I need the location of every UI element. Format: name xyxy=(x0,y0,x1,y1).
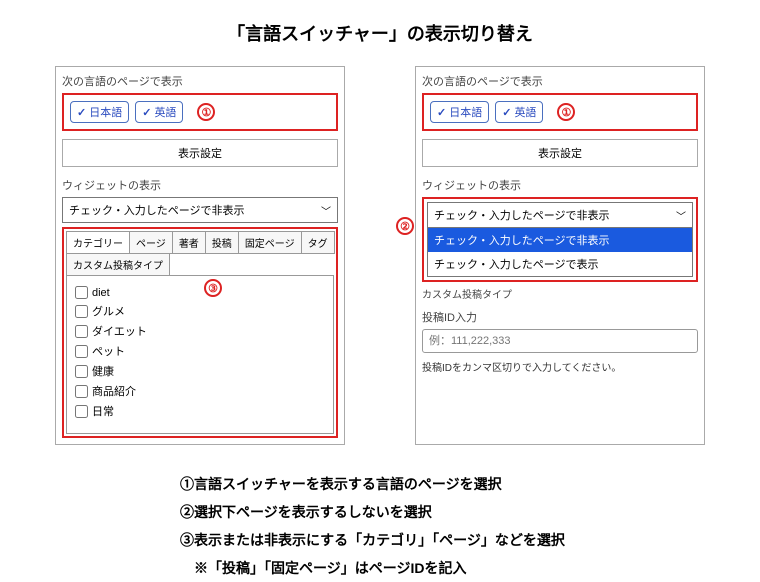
post-id-help: 投稿IDをカンマ区切りで入力してください。 xyxy=(422,359,698,374)
marker-3: ③ xyxy=(204,279,222,297)
display-settings-button[interactable]: 表示設定 xyxy=(422,139,698,167)
chevron-down-icon: ﹀ xyxy=(676,208,686,223)
lang-chip-label: 英語 xyxy=(154,104,176,120)
widget-label: ウィジェットの表示 xyxy=(422,177,698,193)
panels-container: 次の言語のページで表示 ✓ 日本語 ✓ 英語 ① 表示設定 ウィジェットの表示 … xyxy=(40,66,720,445)
select-value: チェック・入力したページで非表示 xyxy=(69,202,245,218)
lang-row: ✓ 日本語 ✓ 英語 ① xyxy=(62,93,338,131)
checkbox[interactable] xyxy=(75,305,88,318)
checkbox[interactable] xyxy=(75,325,88,338)
page-title: 「言語スイッチャー」の表示切り替え xyxy=(40,20,720,46)
item-label: ペット xyxy=(92,343,125,359)
item-label: diet xyxy=(92,287,110,299)
list-item[interactable]: 日常 xyxy=(75,401,325,421)
legend-line-1: ①言語スイッチャーを表示する言語のページを選択 xyxy=(180,470,720,498)
lang-chip-english[interactable]: ✓ 英語 xyxy=(135,101,183,123)
post-id-section: 投稿ID入力 投稿IDをカンマ区切りで入力してください。 xyxy=(422,309,698,374)
item-label: 日常 xyxy=(92,403,114,419)
tabs-row: カテゴリー ページ 著者 投稿 固定ページ タグ xyxy=(66,231,334,253)
legend-line-3: ③表示または非表示にする「カテゴリ」「ページ」などを選択 xyxy=(180,526,720,554)
tab-post[interactable]: 投稿 xyxy=(205,231,239,254)
tab-fixed-page[interactable]: 固定ページ xyxy=(238,231,302,254)
list-item[interactable]: グルメ xyxy=(75,301,325,321)
display-settings-button[interactable]: 表示設定 xyxy=(62,139,338,167)
lang-chip-label: 英語 xyxy=(514,104,536,120)
tab-author[interactable]: 著者 xyxy=(172,231,206,254)
lang-chip-label: 日本語 xyxy=(449,104,482,120)
lang-section-label: 次の言語のページで表示 xyxy=(62,73,338,89)
lang-row: ✓ 日本語 ✓ 英語 ① xyxy=(422,93,698,131)
visibility-select[interactable]: チェック・入力したページで非表示 ﹀ xyxy=(62,197,338,223)
widget-label: ウィジェットの表示 xyxy=(62,177,338,193)
lang-section-label: 次の言語のページで表示 xyxy=(422,73,698,89)
right-panel: 次の言語のページで表示 ✓ 日本語 ✓ 英語 ① 表示設定 ウィジェットの表示 … xyxy=(415,66,705,445)
list-item[interactable]: diet xyxy=(75,284,325,301)
check-icon: ✓ xyxy=(437,106,446,119)
visibility-dropdown: チェック・入力したページで非表示 チェック・入力したページで表示 xyxy=(427,227,693,277)
marker-1: ① xyxy=(197,103,215,121)
marker-1: ① xyxy=(557,103,575,121)
dropdown-option[interactable]: チェック・入力したページで表示 xyxy=(428,252,692,276)
left-panel: 次の言語のページで表示 ✓ 日本語 ✓ 英語 ① 表示設定 ウィジェットの表示 … xyxy=(55,66,345,445)
list-item[interactable]: ダイエット xyxy=(75,321,325,341)
item-label: 健康 xyxy=(92,363,114,379)
lang-chip-label: 日本語 xyxy=(89,104,122,120)
tab-page[interactable]: ページ xyxy=(129,231,173,254)
select-value: チェック・入力したページで非表示 xyxy=(434,207,610,223)
tabs-row-2: カスタム投稿タイプ xyxy=(66,253,334,275)
check-icon: ✓ xyxy=(77,106,86,119)
post-id-label: 投稿ID入力 xyxy=(422,309,698,325)
checkbox[interactable] xyxy=(75,345,88,358)
category-list: diet グルメ ダイエット ペット 健康 商品紹介 日常 xyxy=(66,275,334,434)
category-box: カテゴリー ページ 著者 投稿 固定ページ タグ カスタム投稿タイプ diet … xyxy=(62,227,338,438)
lang-chip-japanese[interactable]: ✓ 日本語 xyxy=(70,101,129,123)
check-icon: ✓ xyxy=(142,106,151,119)
check-icon: ✓ xyxy=(502,106,511,119)
visibility-select[interactable]: チェック・入力したページで非表示 ﹀ xyxy=(427,202,693,228)
list-item[interactable]: ペット xyxy=(75,341,325,361)
legend-line-2: ②選択下ページを表示するしないを選択 xyxy=(180,498,720,526)
custom-post-type-label: カスタム投稿タイプ xyxy=(422,286,698,301)
tab-category[interactable]: カテゴリー xyxy=(66,231,130,254)
item-label: ダイエット xyxy=(92,323,147,339)
lang-chip-japanese[interactable]: ✓ 日本語 xyxy=(430,101,489,123)
tab-custom-post-type[interactable]: カスタム投稿タイプ xyxy=(66,253,170,276)
lang-chip-english[interactable]: ✓ 英語 xyxy=(495,101,543,123)
checkbox[interactable] xyxy=(75,286,88,299)
legend-line-4: ※「投稿」「固定ページ」はページIDを記入 xyxy=(180,554,720,582)
item-label: グルメ xyxy=(92,303,125,319)
list-item[interactable]: 健康 xyxy=(75,361,325,381)
post-id-input[interactable] xyxy=(422,329,698,353)
item-label: 商品紹介 xyxy=(92,383,136,399)
legend: ①言語スイッチャーを表示する言語のページを選択 ②選択下ページを表示するしないを… xyxy=(180,470,720,582)
dropdown-option[interactable]: チェック・入力したページで非表示 xyxy=(428,228,692,252)
tab-tag[interactable]: タグ xyxy=(301,231,335,254)
checkbox[interactable] xyxy=(75,385,88,398)
select-wrap-highlighted: ② チェック・入力したページで非表示 ﹀ チェック・入力したページで非表示 チェ… xyxy=(422,197,698,282)
checkbox[interactable] xyxy=(75,365,88,378)
select-wrap: チェック・入力したページで非表示 ﹀ xyxy=(62,197,338,223)
chevron-down-icon: ﹀ xyxy=(321,203,331,218)
list-item[interactable]: 商品紹介 xyxy=(75,381,325,401)
marker-2: ② xyxy=(396,217,414,235)
checkbox[interactable] xyxy=(75,405,88,418)
